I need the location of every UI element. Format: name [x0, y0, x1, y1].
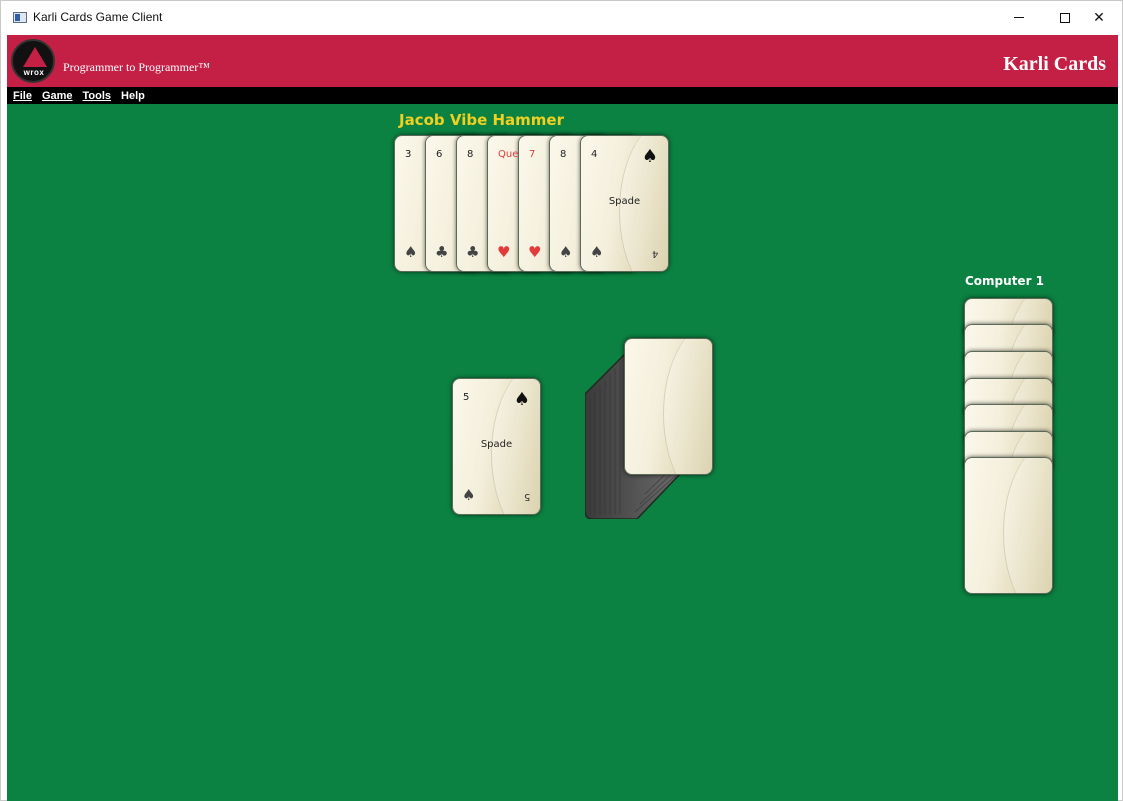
card-rank: 7 [529, 149, 536, 160]
spade-icon: ♠ [641, 146, 658, 167]
card-rank: 5 [463, 392, 470, 403]
spade-icon: ♠ [404, 243, 418, 261]
title-bar[interactable]: Karli Cards Game Client ✕ [1, 1, 1122, 34]
game-table: Jacob Vibe Hammer 3 ♠ 6 ♣ 8 ♣ Que ♥ 7 ♥ … [7, 104, 1118, 801]
card-rank: 6 [436, 149, 443, 160]
tagline: Programmer to Programmer™ [63, 60, 211, 74]
logo-triangle-icon [23, 47, 47, 67]
heart-icon: ♥ [497, 243, 511, 261]
deck-top-card[interactable] [624, 338, 713, 475]
menu-game[interactable]: Game [42, 90, 73, 102]
menu-tools[interactable]: Tools [83, 90, 112, 102]
game-window: Karli Cards Game Client ✕ wrox Programme… [0, 0, 1123, 801]
card-rank: 8 [467, 149, 474, 160]
logo-text: wrox [23, 68, 45, 77]
spade-icon: ♠ [590, 243, 604, 261]
club-icon: ♣ [466, 243, 480, 261]
heart-icon: ♥ [528, 243, 542, 261]
window-title: Karli Cards Game Client [33, 10, 163, 24]
spade-icon: ♠ [462, 486, 476, 504]
menu-help[interactable]: Help [121, 90, 145, 102]
discard-pile-card[interactable]: 5 ♠ Spade ♠ 5 [452, 378, 541, 515]
hand-card[interactable]: 4 ♠ Spade ♠ 4 [580, 135, 669, 272]
card-rank: 8 [560, 149, 567, 160]
club-icon: ♣ [435, 243, 449, 261]
wrox-logo: wrox [11, 39, 55, 83]
minimize-button[interactable] [996, 1, 1042, 34]
player-name: Jacob Vibe Hammer [399, 111, 564, 129]
card-rank-inverted: 4 [651, 248, 658, 259]
menu-bar: File Game Tools Help [7, 87, 1118, 104]
card-suit-name: Spade [480, 439, 513, 450]
maximize-icon [1060, 12, 1070, 23]
card-rank: Que [498, 149, 519, 160]
banner: wrox Programmer to Programmer™ Karli Car… [7, 35, 1118, 87]
close-button[interactable]: ✕ [1076, 1, 1122, 34]
app-icon [13, 12, 27, 23]
card-rank: 4 [591, 149, 598, 160]
computer-name: Computer 1 [965, 274, 1045, 288]
spade-icon: ♠ [513, 389, 530, 410]
close-icon: ✕ [1093, 9, 1105, 26]
card-suit-name: Spade [608, 196, 641, 207]
menu-file[interactable]: File [13, 90, 32, 102]
brand-title: Karli Cards [1003, 53, 1106, 75]
card-rank-inverted: 5 [523, 491, 530, 502]
spade-icon: ♠ [559, 243, 573, 261]
minimize-icon [1014, 17, 1024, 18]
computer-card [964, 457, 1053, 594]
card-rank: 3 [405, 149, 412, 160]
